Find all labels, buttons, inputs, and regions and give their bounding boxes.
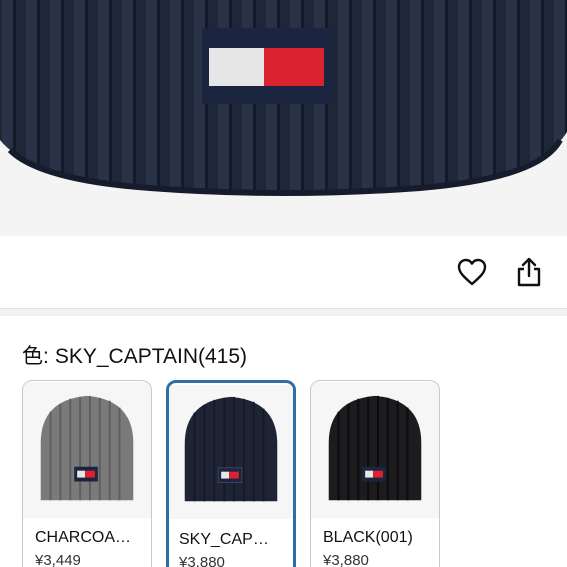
variant-thumbnail (23, 382, 151, 518)
color-label: 色: (22, 345, 49, 368)
selected-color: 色: SKY_CAPTAIN(415) (22, 340, 247, 370)
favorite-button[interactable] (452, 252, 492, 292)
heart-outline-icon (457, 258, 487, 286)
variant-price: ¥3,880 (179, 554, 225, 567)
variant-name: SKY_CAP… (179, 531, 269, 548)
section-divider (0, 308, 567, 316)
color-value: SKY_CAPTAIN(415) (54, 345, 248, 368)
color-variant-list: CHARCOA… ¥3,449 SKY_CAP… ¥3,880 BLACK(00… (22, 380, 567, 567)
variant-price: ¥3,880 (323, 552, 369, 567)
beanie-illustration (0, 0, 567, 196)
flag-patch (202, 28, 332, 104)
variant-card-charcoal[interactable]: CHARCOA… ¥3,449 (22, 380, 152, 567)
action-bar (0, 236, 567, 308)
share-upload-icon (517, 257, 541, 287)
share-button[interactable] (509, 252, 549, 292)
variant-thumbnail (169, 385, 293, 519)
product-image[interactable] (0, 0, 567, 236)
variant-name: CHARCOA… (35, 529, 132, 546)
variant-card-black[interactable]: BLACK(001) ¥3,880 (310, 380, 440, 567)
variant-price: ¥3,449 (35, 552, 81, 567)
variant-card-sky-captain[interactable]: SKY_CAP… ¥3,880 (166, 380, 296, 567)
variant-name: BLACK(001) (323, 529, 413, 546)
variant-thumbnail (311, 382, 439, 518)
